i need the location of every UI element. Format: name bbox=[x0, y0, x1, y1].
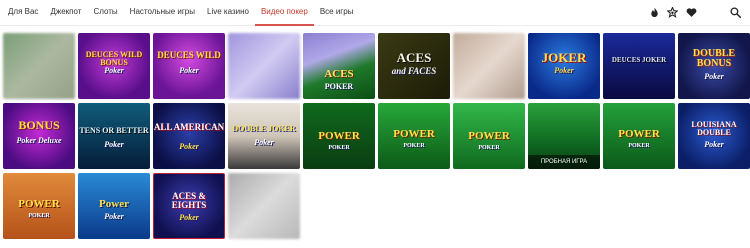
game-title: ACES & EIGHTS bbox=[171, 191, 207, 210]
category-tabs: Для Вас Джекпот Слоты Настольные игры Li… bbox=[0, 0, 359, 26]
game-title: LOUISIANA DOUBLE bbox=[691, 120, 737, 137]
game-subtitle: Poker bbox=[104, 66, 124, 75]
game-title: DOUBLE BONUS bbox=[692, 48, 736, 69]
game-tile[interactable]: LOUISIANA DOUBLE Poker bbox=[678, 103, 750, 169]
tab-all-games[interactable]: Все игры bbox=[314, 0, 360, 26]
game-title: JOKER bbox=[541, 50, 587, 65]
game-tile[interactable] bbox=[453, 33, 525, 99]
game-tile[interactable]: DOUBLE JOKER Poker bbox=[228, 103, 300, 169]
game-tile[interactable]: ACES & EIGHTS Poker bbox=[153, 173, 225, 239]
game-tile[interactable]: BONUS Poker Deluxe bbox=[3, 103, 75, 169]
game-title: DEUCES WILD bbox=[157, 50, 221, 60]
tab-table-games[interactable]: Настольные игры bbox=[124, 0, 201, 26]
game-tile[interactable] bbox=[228, 173, 300, 239]
search-icon[interactable] bbox=[729, 6, 742, 19]
game-title: POWER bbox=[18, 198, 60, 210]
game-tile[interactable]: POWER POKER bbox=[603, 103, 675, 169]
game-tile[interactable]: POWER POKER bbox=[3, 173, 75, 239]
game-tile[interactable]: POWER POKER bbox=[303, 103, 375, 169]
game-tile[interactable] bbox=[3, 33, 75, 99]
game-title: ALL AMERICAN bbox=[153, 122, 225, 132]
game-tile[interactable]: ПРОБНАЯ ИГРА bbox=[528, 103, 600, 169]
tab-live-casino[interactable]: Live казино bbox=[201, 0, 255, 26]
game-subtitle: Poker bbox=[104, 212, 124, 221]
demo-play-label[interactable]: ПРОБНАЯ ИГРА bbox=[528, 155, 600, 169]
game-subtitle: Poker bbox=[179, 142, 199, 151]
game-subtitle: and FACES bbox=[391, 66, 437, 76]
game-tile[interactable]: JOKER Poker bbox=[528, 33, 600, 99]
game-title: POWER bbox=[618, 128, 660, 140]
game-subtitle: POKER bbox=[28, 213, 50, 219]
tab-slots[interactable]: Слоты bbox=[87, 0, 123, 26]
game-grid: DEUCES WILD BONUS Poker DEUCES WILD Poke… bbox=[3, 33, 750, 243]
game-subtitle: POKER bbox=[403, 143, 425, 149]
game-subtitle: POKER bbox=[324, 82, 354, 91]
game-tile[interactable]: Power Poker bbox=[78, 173, 150, 239]
game-title: POWER bbox=[393, 128, 435, 140]
fire-icon[interactable] bbox=[648, 6, 661, 19]
game-title: ACES bbox=[324, 68, 354, 80]
game-title: TENS OR BETTER bbox=[79, 126, 149, 135]
game-subtitle: POKER bbox=[328, 145, 350, 151]
game-title: BONUS bbox=[18, 118, 60, 132]
game-tile[interactable]: DEUCES WILD Poker bbox=[153, 33, 225, 99]
game-subtitle: Poker Deluxe bbox=[16, 136, 62, 145]
game-title: DEUCES JOKER bbox=[611, 56, 667, 64]
game-title: DOUBLE JOKER bbox=[232, 124, 296, 133]
category-nav: Для Вас Джекпот Слоты Настольные игры Li… bbox=[0, 0, 750, 26]
game-tile[interactable]: POWER POKER bbox=[453, 103, 525, 169]
game-subtitle: POKER bbox=[478, 145, 500, 151]
game-tile[interactable] bbox=[228, 33, 300, 99]
game-tile[interactable]: ACES POKER bbox=[303, 33, 375, 99]
heart-icon[interactable] bbox=[685, 6, 698, 19]
game-tile[interactable]: ACES and FACES bbox=[378, 33, 450, 99]
game-subtitle: Poker bbox=[104, 140, 124, 149]
game-subtitle: Poker bbox=[704, 140, 724, 149]
tab-jackpot[interactable]: Джекпот bbox=[44, 0, 87, 26]
star-badge-icon[interactable] bbox=[666, 6, 679, 19]
game-title: DEUCES WILD BONUS bbox=[85, 50, 143, 67]
game-tile[interactable]: DEUCES WILD BONUS Poker bbox=[78, 33, 150, 99]
game-tile[interactable]: TENS OR BETTER Poker bbox=[78, 103, 150, 169]
game-subtitle: Poker bbox=[179, 213, 199, 222]
game-title: Power bbox=[99, 198, 129, 210]
game-subtitle: Poker bbox=[254, 138, 274, 147]
game-tile[interactable]: ALL AMERICAN Poker bbox=[153, 103, 225, 169]
game-title: POWER bbox=[468, 130, 510, 142]
game-subtitle: Poker bbox=[554, 66, 574, 75]
game-title: ACES bbox=[396, 50, 432, 65]
game-tile[interactable]: DEUCES JOKER bbox=[603, 33, 675, 99]
game-subtitle: Poker bbox=[179, 66, 199, 75]
game-title: POWER bbox=[318, 130, 360, 142]
game-subtitle: Poker bbox=[704, 72, 724, 81]
game-tile[interactable]: POWER POKER bbox=[378, 103, 450, 169]
tab-for-you[interactable]: Для Вас bbox=[0, 0, 44, 26]
game-subtitle: POKER bbox=[628, 143, 650, 149]
game-tile[interactable]: DOUBLE BONUS Poker bbox=[678, 33, 750, 99]
tab-video-poker[interactable]: Видео покер bbox=[254, 0, 314, 26]
